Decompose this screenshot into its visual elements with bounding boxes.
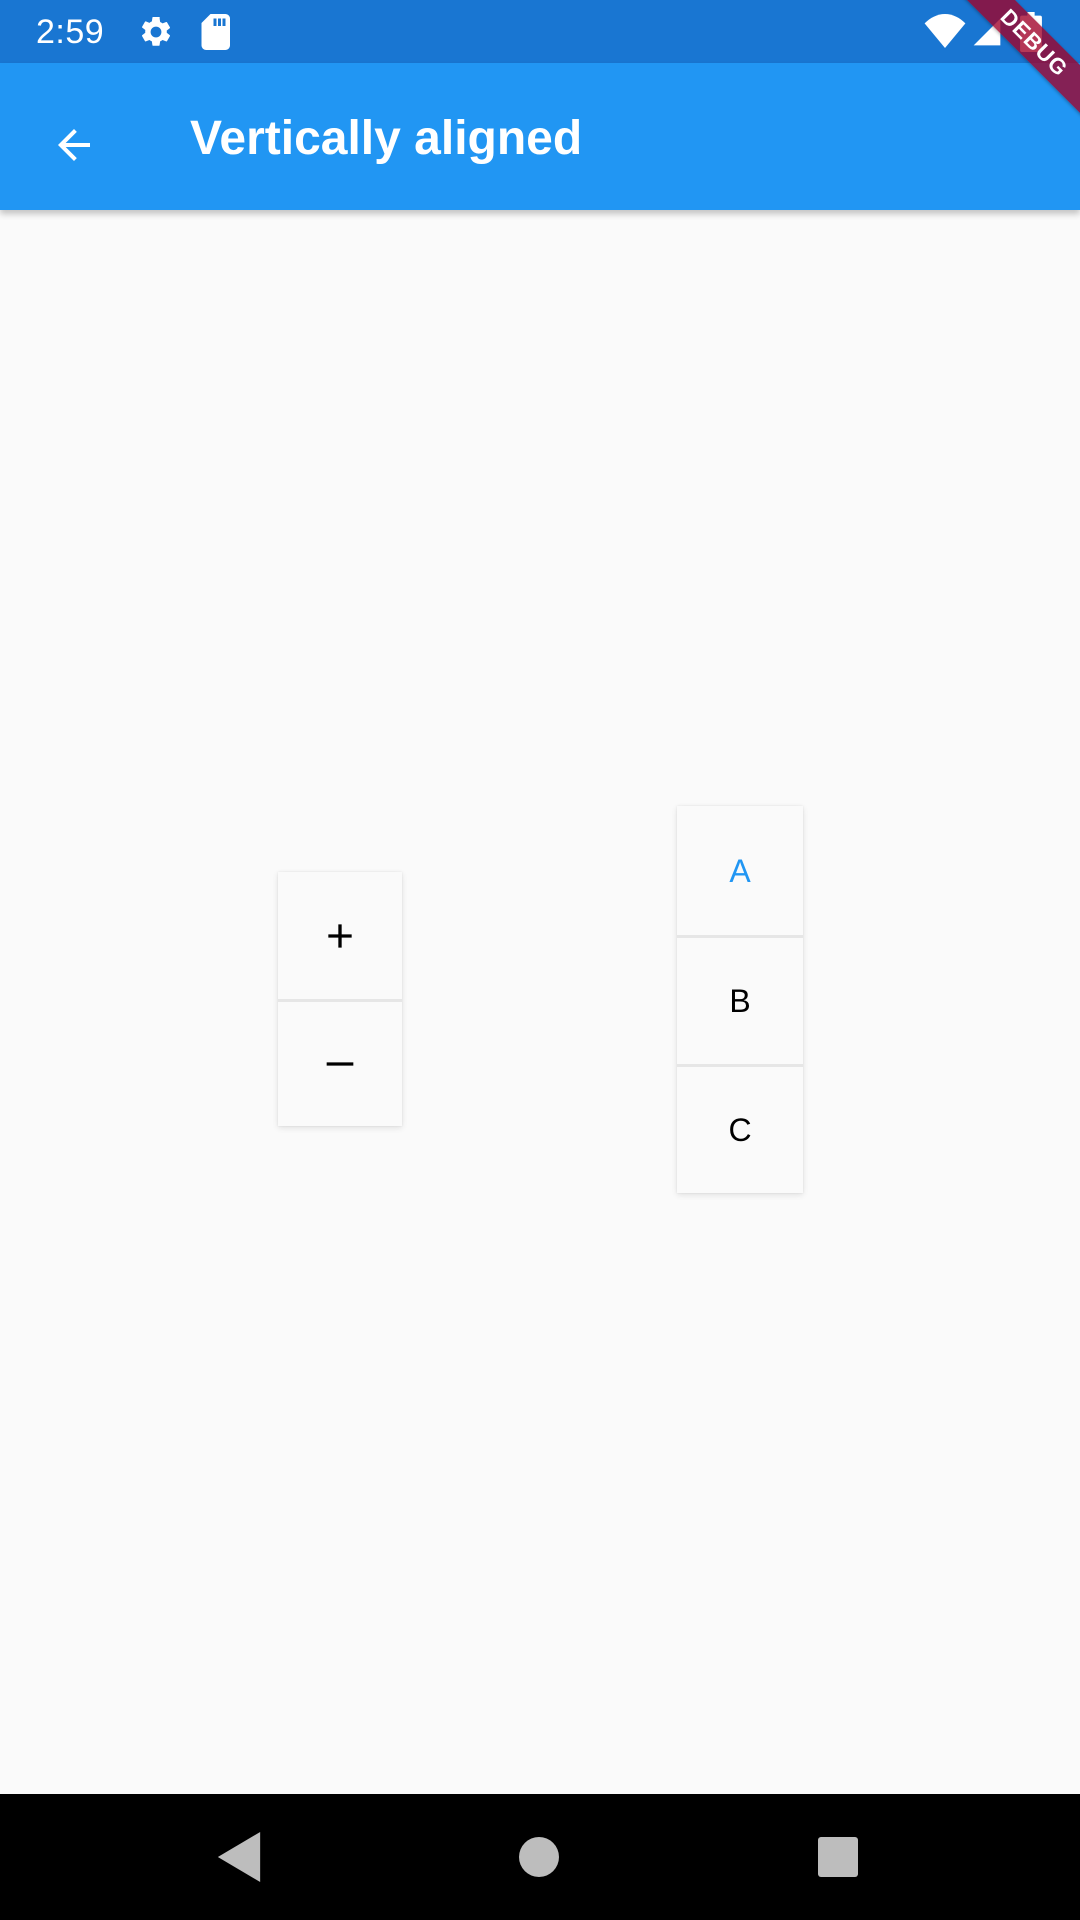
plus-icon (328, 923, 352, 948)
signal-icon (973, 18, 1001, 46)
sd-card-icon (201, 14, 230, 50)
status-time: 2:59 (36, 13, 105, 51)
back-triangle-icon (217, 1832, 261, 1882)
toggle-button-b[interactable]: B (677, 935, 803, 1064)
recents-square-icon (818, 1837, 858, 1877)
gear-icon (141, 16, 171, 46)
page-title: Vertically aligned (190, 112, 583, 165)
battery-icon (1020, 12, 1042, 52)
toggle-button-c[interactable]: C (677, 1064, 803, 1193)
plus-toggle-button[interactable] (278, 872, 402, 999)
nav-home-button[interactable] (506, 1824, 572, 1890)
arrow-back-icon (58, 129, 90, 161)
nav-recents-button[interactable] (805, 1824, 871, 1890)
minus-toggle-button[interactable] (278, 999, 402, 1126)
toggle-label-c: C (728, 1112, 752, 1148)
toggle-label-a: A (729, 852, 751, 889)
minus-icon (326, 1062, 354, 1066)
home-circle-icon (519, 1837, 559, 1877)
screen: 2:59 Vertically aligned DEBUG A B C (0, 0, 1080, 1920)
toggle-button-a[interactable]: A (677, 806, 803, 935)
back-button[interactable] (32, 103, 116, 187)
letter-toggle-group: A B C (677, 806, 803, 1193)
nav-back-button[interactable] (206, 1824, 272, 1890)
wifi-icon (924, 14, 966, 48)
system-nav-bar (0, 1794, 1080, 1920)
app-bar: Vertically aligned (0, 63, 1080, 210)
toggle-label-b: B (729, 983, 751, 1019)
status-bar: 2:59 (0, 0, 1080, 63)
icon-toggle-group (278, 872, 402, 1126)
